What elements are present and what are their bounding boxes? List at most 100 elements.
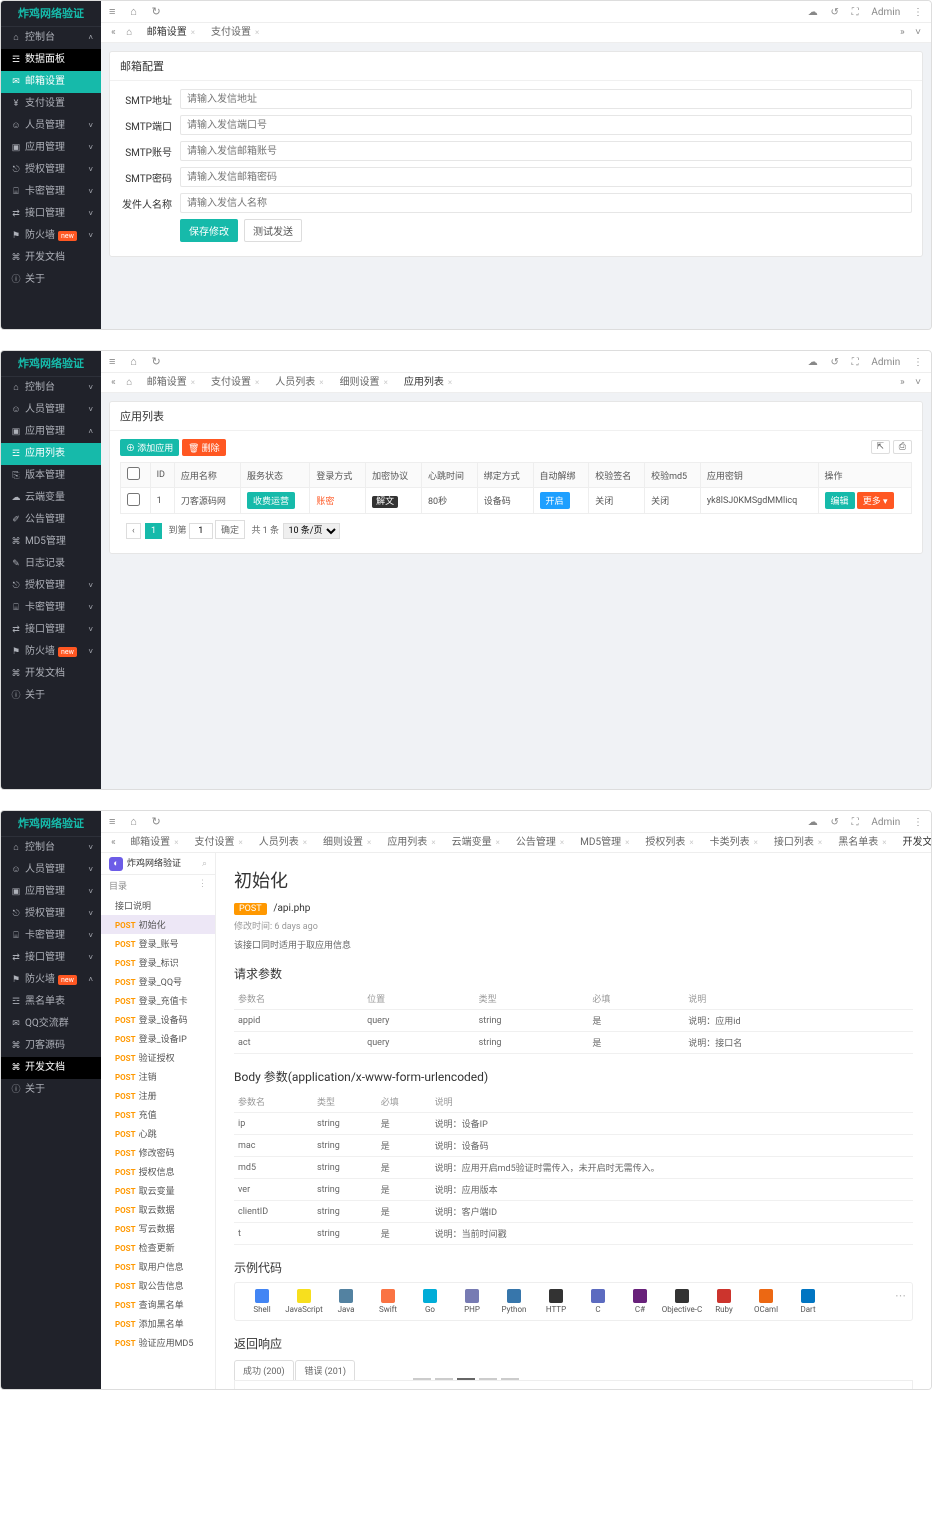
SMTP端口-input[interactable] (180, 115, 912, 135)
sync-icon[interactable]: ↺ (831, 7, 839, 18)
lang-Objective-C[interactable]: Objective-C (661, 1289, 703, 1314)
lang-C#[interactable]: C# (619, 1289, 661, 1314)
doc-item-登录_标识[interactable]: POST登录_标识 (101, 953, 215, 972)
doc-search-icon[interactable]: ⌕ (202, 853, 207, 875)
more-button[interactable]: 更多 ▾ (857, 492, 894, 509)
sidebar-item-日志记录[interactable]: ✎日志记录 (1, 553, 101, 575)
close-icon[interactable]: × (191, 28, 195, 37)
lang-Dart[interactable]: Dart (787, 1289, 829, 1314)
lang-Swift[interactable]: Swift (367, 1289, 409, 1314)
cloud-icon[interactable]: ☁ (808, 817, 818, 828)
tabs-down-icon[interactable]: ˅ (911, 23, 925, 43)
fullscreen-icon[interactable]: ⛶ (852, 817, 859, 828)
SMTP账号-input[interactable] (180, 141, 912, 161)
test-send-button[interactable]: 测试发送 (244, 219, 302, 242)
refresh-icon[interactable]: ↻ (152, 1, 161, 23)
tab-MD5管理[interactable]: MD5管理× (572, 833, 637, 853)
tab-人员列表[interactable]: 人员列表× (251, 833, 315, 853)
close-icon[interactable]: × (384, 378, 388, 387)
menu-icon[interactable]: ≡ (109, 1, 115, 23)
close-icon[interactable]: × (255, 28, 259, 37)
lang-OCaml[interactable]: OCaml (745, 1289, 787, 1314)
tabs-next-icon[interactable]: » (896, 23, 909, 43)
sidebar-item-控制台[interactable]: ⌂控制台˄ (1, 27, 101, 49)
tab-开发文档[interactable]: 开发文档× (894, 833, 931, 853)
delete-button[interactable]: 🗑 删除 (182, 439, 226, 456)
doc-item-心跳[interactable]: POST心跳 (101, 1124, 215, 1143)
tabs-prev-icon[interactable]: « (107, 23, 120, 43)
doc-item-写云数据[interactable]: POST写云数据 (101, 1219, 215, 1238)
tabs-home-icon[interactable]: ⌂ (122, 23, 136, 43)
home-icon[interactable]: ⌂ (130, 1, 137, 23)
tab-人员列表[interactable]: 人员列表× (267, 373, 331, 393)
lang-Java[interactable]: Java (325, 1289, 367, 1314)
tab-细则设置[interactable]: 细则设置× (332, 373, 396, 393)
sidebar-item-云端变量[interactable]: ☁云端变量 (1, 487, 101, 509)
row-checkbox[interactable] (127, 493, 140, 506)
tab-邮箱设置[interactable]: 邮箱设置× (139, 373, 203, 393)
tab-黑名单表[interactable]: 黑名单表× (830, 833, 894, 853)
admin-name[interactable]: Admin (871, 817, 900, 828)
add-app-button[interactable]: ⊕ 添加应用 (120, 439, 179, 456)
sidebar-item-开发文档[interactable]: ⌘开发文档 (1, 247, 101, 269)
doc-item-取用户信息[interactable]: POST取用户信息 (101, 1257, 215, 1276)
sidebar-item-版本管理[interactable]: ⎘版本管理 (1, 465, 101, 487)
cloud-icon[interactable]: ☁ (808, 357, 818, 368)
sidebar-item-授权管理[interactable]: ⎋授权管理˅ (1, 159, 101, 181)
export-icon[interactable]: ⇱ (871, 440, 891, 454)
doc-item-初始化[interactable]: POST初始化 (101, 915, 215, 934)
tab-邮箱设置[interactable]: 邮箱设置× (139, 23, 203, 43)
more-icon[interactable]: ⋮ (913, 357, 923, 368)
pager-page-input[interactable] (189, 523, 213, 539)
tab-公告管理[interactable]: 公告管理× (508, 833, 572, 853)
sidebar-item-接口管理[interactable]: ⇄接口管理˅ (1, 203, 101, 225)
sidebar-item-控制台[interactable]: ⌂控制台˅ (1, 377, 101, 399)
发件人名称-input[interactable] (180, 193, 912, 213)
close-icon[interactable]: × (560, 838, 564, 847)
close-icon[interactable]: × (882, 838, 886, 847)
sidebar-item-黑名单表[interactable]: ☲黑名单表 (1, 991, 101, 1013)
lang-Python[interactable]: Python (493, 1289, 535, 1314)
tab-卡类列表[interactable]: 卡类列表× (702, 833, 766, 853)
tab-授权列表[interactable]: 授权列表× (637, 833, 701, 853)
doc-item-注册[interactable]: POST注册 (101, 1086, 215, 1105)
tabs-next-icon[interactable]: » (896, 373, 909, 393)
more-icon[interactable]: ⋮ (913, 7, 923, 18)
doc-item-验证应用MD5[interactable]: POST验证应用MD5 (101, 1333, 215, 1352)
sidebar-item-接口管理[interactable]: ⇄接口管理˅ (1, 619, 101, 641)
pager-confirm[interactable]: 确定 (215, 520, 245, 539)
close-icon[interactable]: × (191, 378, 195, 387)
save-button[interactable]: 保存修改 (180, 219, 238, 242)
doc-item-授权信息[interactable]: POST授权信息 (101, 1162, 215, 1181)
close-icon[interactable]: × (625, 838, 629, 847)
doc-item-检查更新[interactable]: POST检查更新 (101, 1238, 215, 1257)
home-icon[interactable]: ⌂ (130, 351, 137, 373)
sidebar-item-授权管理[interactable]: ⎋授权管理˅ (1, 903, 101, 925)
doc-item-登录_充值卡[interactable]: POST登录_充值卡 (101, 991, 215, 1010)
more-icon[interactable]: ⋮ (913, 817, 923, 828)
carousel-dots[interactable] (411, 1370, 521, 1383)
sidebar-item-应用管理[interactable]: ▣应用管理˅ (1, 881, 101, 903)
sidebar-item-卡密管理[interactable]: ⌸卡密管理˅ (1, 597, 101, 619)
close-icon[interactable]: × (255, 378, 259, 387)
refresh-icon[interactable]: ↻ (152, 811, 161, 833)
tab-邮箱设置[interactable]: 邮箱设置× (122, 833, 186, 853)
close-icon[interactable]: × (367, 838, 371, 847)
tabs-prev-icon[interactable]: « (107, 373, 120, 393)
sidebar-item-开发文档[interactable]: ⌘开发文档 (1, 1057, 101, 1079)
admin-name[interactable]: Admin (871, 357, 900, 368)
lang-Go[interactable]: Go (409, 1289, 451, 1314)
home-icon[interactable]: ⌂ (130, 811, 137, 833)
edit-button[interactable]: 编辑 (825, 492, 855, 509)
close-icon[interactable]: × (818, 838, 822, 847)
tab-云端变量[interactable]: 云端变量× (444, 833, 508, 853)
admin-name[interactable]: Admin (871, 7, 900, 18)
sidebar-item-控制台[interactable]: ⌂控制台˅ (1, 837, 101, 859)
sidebar-item-授权管理[interactable]: ⎋授权管理˅ (1, 575, 101, 597)
resp-tab-success[interactable]: 成功 (200) (234, 1360, 294, 1380)
sync-icon[interactable]: ↺ (831, 357, 839, 368)
lang-JavaScript[interactable]: JavaScript (283, 1289, 325, 1314)
sidebar-item-应用列表[interactable]: ☲应用列表 (1, 443, 101, 465)
lang-Shell[interactable]: Shell (241, 1289, 283, 1314)
doc-item-添加黑名单[interactable]: POST添加黑名单 (101, 1314, 215, 1333)
